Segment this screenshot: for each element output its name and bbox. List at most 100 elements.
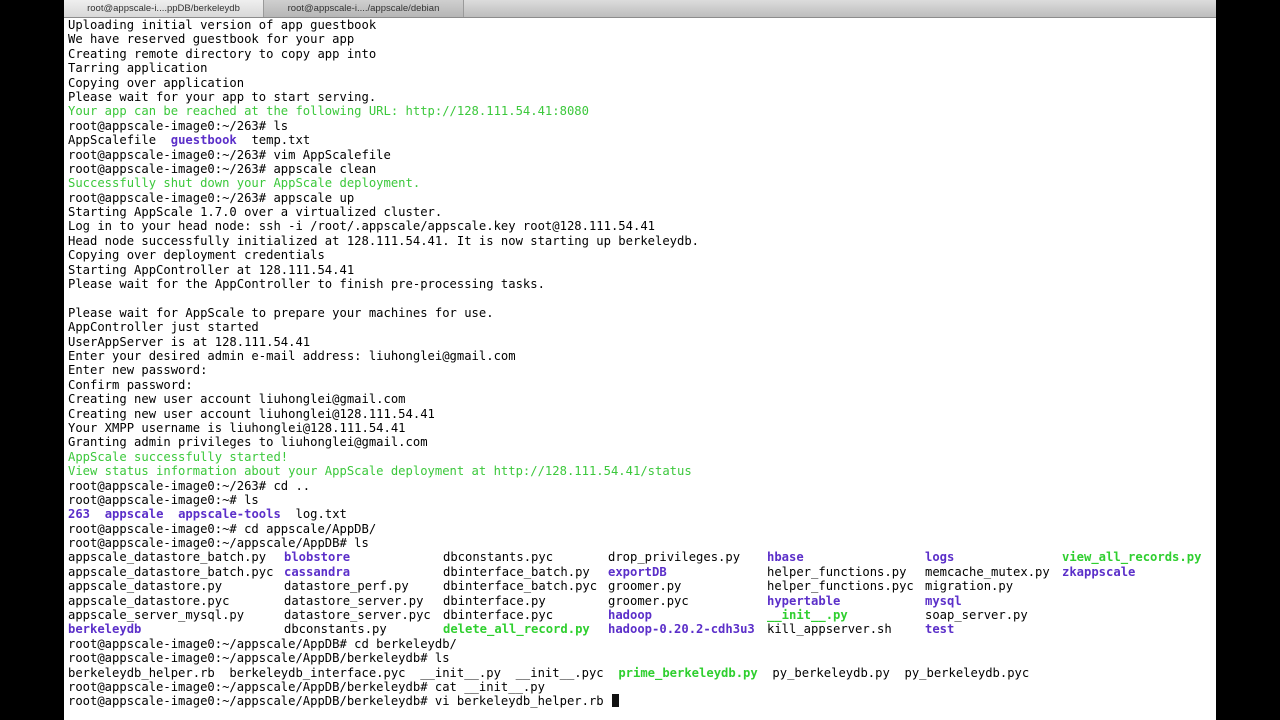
terminal-line: root@appscale-image0:~/263# cd .. (68, 479, 1216, 493)
terminal-text: We have reserved guestbook for your app (68, 32, 355, 47)
terminal-line: root@appscale-image0:~# ls (68, 493, 1216, 507)
terminal-text: Copying over application (68, 75, 245, 90)
file-entry: appscale (104, 507, 164, 522)
terminal-text: root@appscale-image0:~/263# cd .. (68, 478, 311, 493)
terminal-line: Please wait for the AppController to fin… (68, 277, 1216, 291)
file-entry: test (925, 622, 955, 637)
terminal-text: Please wait for the AppController to fin… (68, 277, 545, 292)
terminal-line: Copying over deployment credentials (68, 248, 1216, 262)
terminal-text: berkeleydb_helper.rb berkeleydb_interfac… (68, 665, 619, 680)
terminal-line: Copying over application (68, 76, 1216, 90)
terminal-line: root@appscale-image0:~/263# ls (68, 119, 1216, 133)
terminal-line: Log in to your head node: ssh -i /root/.… (68, 219, 1216, 233)
terminal-line: Granting admin privileges to liuhonglei@… (68, 435, 1216, 449)
terminal-text: AppScalefile (68, 133, 171, 148)
terminal-text: root@appscale-image0:~/263# vim AppScale… (68, 147, 391, 162)
file-entry: drop_privileges.py (608, 550, 741, 565)
terminal-text: Enter new password: (68, 363, 208, 378)
terminal-line: 263 appscale appscale-tools log.txt (68, 507, 1216, 521)
terminal-text: Creating remote directory to copy app in… (68, 46, 377, 61)
file-entry: cassandra (284, 564, 351, 579)
terminal-line: root@appscale-image0:~/appscale/AppDB# c… (68, 637, 1216, 651)
file-entry (1062, 608, 1202, 622)
terminal-line: Successfully shut down your AppScale dep… (68, 176, 1216, 190)
terminal-line: appscale_datastore.py datastore_perf.py db… (68, 579, 1216, 593)
terminal-text: root@appscale-image0:~/263# ls (68, 118, 289, 133)
file-entry: exportDB (608, 564, 667, 579)
terminal-line: berkeleydb_helper.rb berkeleydb_interfac… (68, 666, 1216, 680)
file-entry: datastore_perf.py (284, 579, 409, 594)
terminal-line: Enter your desired admin e-mail address:… (68, 349, 1216, 363)
terminal-line: Please wait for AppScale to prepare your… (68, 306, 1216, 320)
terminal-line: Your app can be reached at the following… (68, 104, 1216, 118)
file-entry: soap_server.py (925, 608, 1028, 623)
file-entry: hadoop (608, 608, 653, 623)
terminal-line: root@appscale-image0:~/appscale/AppDB/be… (68, 651, 1216, 665)
terminal-text: Please wait for AppScale to prepare your… (68, 305, 494, 320)
terminal-text: root@appscale-image0:~# cd appscale/AppD… (68, 521, 377, 536)
terminal-line: root@appscale-image0:~/263# appscale up (68, 191, 1216, 205)
terminal-text: Uploading initial version of app guestbo… (68, 18, 377, 32)
terminal-text: Starting AppScale 1.7.0 over a virtualiz… (68, 205, 443, 220)
terminal-window: root@appscale-i....ppDB/berkeleydb root@… (64, 0, 1216, 720)
terminal-text: Granting admin privileges to liuhonglei@… (68, 435, 428, 450)
file-entry: hadoop-0.20.2-cdh3u3 (608, 622, 755, 637)
file-entry: prime_berkeleydb.py (618, 665, 758, 680)
terminal-line: Head node successfully initialized at 12… (68, 234, 1216, 248)
terminal-text: Enter your desired admin e-mail address:… (68, 348, 516, 363)
file-entry: appscale_datastore_batch.pyc (68, 564, 274, 579)
terminal-line: root@appscale-image0:~/appscale/AppDB# l… (68, 536, 1216, 550)
file-entry: groomer.py (608, 579, 682, 594)
terminal-text: Your XMPP username is liuhonglei@128.111… (68, 420, 406, 435)
terminal-text: Creating new user account liuhonglei@128… (68, 406, 435, 421)
terminal-text: log.txt (280, 507, 347, 522)
file-entry: datastore_server.py (284, 593, 424, 608)
terminal-text: Please wait for your app to start servin… (68, 89, 377, 104)
terminal-text: View status information about your AppSc… (68, 464, 692, 479)
tab-berkeleydb[interactable]: root@appscale-i....ppDB/berkeleydb (64, 0, 264, 17)
file-entry: helper_functions.pyc (767, 579, 914, 594)
terminal-text: AppScale successfully started! (68, 449, 289, 464)
terminal-line: root@appscale-image0:~# cd appscale/AppD… (68, 522, 1216, 536)
file-entry: dbconstants.pyc (443, 550, 554, 565)
terminal-line: AppScale successfully started! (68, 450, 1216, 464)
terminal-text: temp.txt (236, 133, 311, 148)
file-entry: appscale-tools (178, 507, 281, 522)
terminal-line: Tarring application (68, 61, 1216, 75)
terminal-text: py_berkeleydb.py py_berkeleydb.pyc (757, 665, 1030, 680)
terminal-text: root@appscale-image0:~/263# appscale up (68, 190, 355, 205)
file-entry: guestbook (170, 133, 237, 148)
terminal-text: Creating new user account liuhonglei@gma… (68, 392, 406, 407)
terminal-text: root@appscale-image0:~/appscale/AppDB/be… (68, 679, 545, 694)
file-entry: mysql (925, 593, 962, 608)
terminal-line: Creating new user account liuhonglei@128… (68, 407, 1216, 421)
terminal-line: root@appscale-image0:~/appscale/AppDB/be… (68, 694, 1216, 708)
terminal-line: UserAppServer is at 128.111.54.41 (68, 335, 1216, 349)
terminal-line: root@appscale-image0:~/263# vim AppScale… (68, 148, 1216, 162)
terminal-line: Your XMPP username is liuhonglei@128.111… (68, 421, 1216, 435)
terminal-text: root@appscale-image0:~/appscale/AppDB/be… (68, 651, 450, 666)
file-entry: __init__.py (767, 608, 848, 623)
file-entry: view_all_records.py (1062, 550, 1202, 565)
file-entry (1062, 579, 1202, 593)
terminal-line: View status information about your AppSc… (68, 464, 1216, 478)
file-entry: logs (925, 550, 955, 565)
terminal-line: AppController just started (68, 320, 1216, 334)
terminal-text: AppController just started (68, 320, 259, 335)
file-entry: 263 (68, 507, 91, 522)
terminal-text: root@appscale-image0:~/appscale/AppDB# l… (68, 536, 369, 551)
terminal-text: Log in to your head node: ssh -i /root/.… (68, 219, 655, 234)
terminal-output[interactable]: Uploading initial version of app guestbo… (68, 18, 1216, 720)
terminal-line: appscale_datastore.pyc datastore_server.p… (68, 594, 1216, 608)
file-entry: migration.py (925, 579, 1014, 594)
terminal-line: Confirm password: (68, 378, 1216, 392)
file-entry: helper_functions.py (767, 564, 907, 579)
file-entry: zkappscale (1062, 564, 1136, 579)
terminal-text: Confirm password: (68, 377, 193, 392)
file-entry: appscale_datastore.pyc (68, 593, 230, 608)
file-entry: delete_all_record.py (443, 622, 590, 637)
terminal-line: Uploading initial version of app guestbo… (68, 18, 1216, 32)
file-entry: hbase (767, 550, 804, 565)
terminal-line: root@appscale-image0:~/263# appscale cle… (68, 162, 1216, 176)
tab-debian[interactable]: root@appscale-i..../appscale/debian (264, 0, 464, 17)
